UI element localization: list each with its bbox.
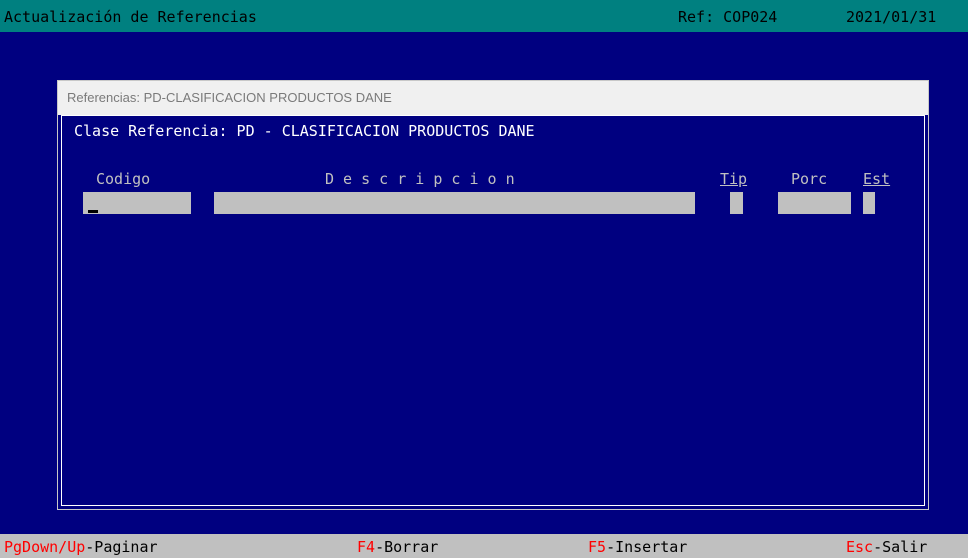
f4-key-label: F4 (357, 538, 376, 556)
function-key-bar: PgDown/Up-Paginar F4-Borrar F5-Insertar … (0, 534, 968, 558)
esc-key-label: Esc (846, 538, 874, 556)
delete-hotkey[interactable]: F4-Borrar (357, 538, 438, 556)
exit-hotkey[interactable]: Esc-Salir (846, 538, 927, 556)
f5-desc-label: -Insertar (606, 538, 688, 556)
est-input[interactable] (863, 192, 875, 214)
reference-code: Ref: COP024 (678, 8, 778, 26)
f5-key-label: F5 (588, 538, 607, 556)
dialog-body: Clase Referencia: PD - CLASIFICACION PRO… (61, 115, 925, 506)
esc-desc-label: -Salir (873, 538, 928, 556)
column-header-descripcion: D e s c r i p c i o n (325, 170, 515, 188)
column-header-tip: Tip (720, 170, 748, 188)
pgdown-desc-label: -Paginar (85, 538, 158, 556)
insert-hotkey[interactable]: F5-Insertar (588, 538, 687, 556)
references-dialog: Referencias: PD-CLASIFICACION PRODUCTOS … (57, 80, 929, 510)
app-header-bar: Actualización de Referencias Ref: COP024… (0, 0, 968, 32)
app-title: Actualización de Referencias (4, 8, 257, 26)
porc-input[interactable] (778, 192, 851, 214)
text-cursor (88, 210, 98, 213)
column-header-est: Est (863, 170, 891, 188)
f4-desc-label: -Borrar (375, 538, 439, 556)
column-header-porc: Porc (791, 170, 828, 188)
codigo-input[interactable] (83, 192, 191, 214)
pagination-hotkey[interactable]: PgDown/Up-Paginar (4, 538, 158, 556)
tip-input[interactable] (730, 192, 743, 214)
dialog-title: Referencias: PD-CLASIFICACION PRODUCTOS … (58, 81, 928, 115)
clase-referencia-line: Clase Referencia: PD - CLASIFICACION PRO… (74, 122, 535, 140)
current-date: 2021/01/31 (846, 8, 937, 26)
pgdown-key-label: PgDown/Up (4, 538, 86, 556)
descripcion-input[interactable] (214, 192, 695, 214)
column-header-codigo: Codigo (96, 170, 151, 188)
